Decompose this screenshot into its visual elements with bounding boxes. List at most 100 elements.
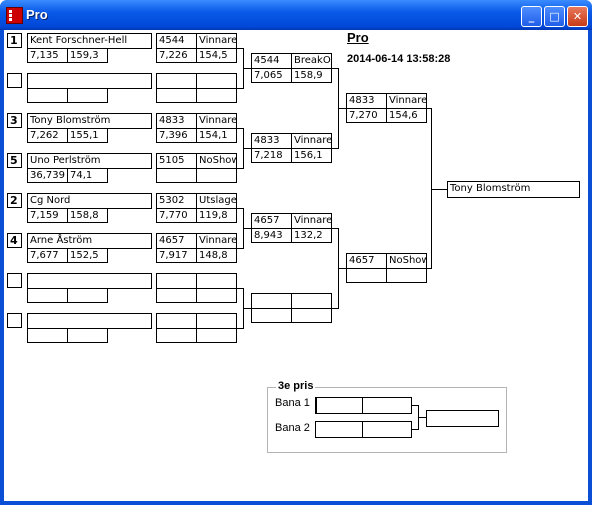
match-reaction-time[interactable] — [156, 88, 197, 103]
match-reaction-time[interactable]: 7,218 — [251, 148, 292, 163]
title-bar[interactable]: Pro _ □ ✕ — [0, 0, 592, 30]
match-result[interactable] — [196, 273, 237, 289]
match-reaction-time[interactable]: 7,065 — [251, 68, 292, 83]
match-id[interactable]: 4657 — [251, 213, 292, 229]
third-lane2-id[interactable] — [315, 421, 363, 438]
match-reaction-time[interactable]: 7,226 — [156, 48, 197, 63]
entrant-speed[interactable]: 159,3 — [67, 48, 108, 63]
match-result[interactable]: Vinnare — [386, 93, 427, 109]
entrant-speed[interactable] — [67, 88, 108, 103]
entrant-reaction-time[interactable] — [27, 288, 68, 303]
maximize-button[interactable]: □ — [544, 6, 565, 27]
match-result[interactable] — [291, 293, 332, 309]
match-result[interactable]: NoShow — [386, 253, 427, 269]
entrant-name[interactable]: Uno Perlström — [27, 153, 152, 169]
entrant-reaction-time[interactable]: 7,135 — [27, 48, 68, 63]
match-result[interactable]: Vinnare — [196, 33, 237, 49]
match-speed[interactable] — [196, 288, 237, 303]
match-result[interactable]: Vinnare — [196, 233, 237, 249]
third-lane1-id[interactable] — [315, 397, 363, 414]
match-result[interactable]: Vinnare — [291, 213, 332, 229]
match-result[interactable]: Utslagen — [196, 193, 237, 209]
entrant-speed[interactable] — [67, 328, 108, 343]
third-lane1-result[interactable] — [362, 397, 412, 414]
match-id[interactable] — [156, 313, 197, 329]
entrant-reaction-time[interactable] — [27, 88, 68, 103]
match-result[interactable]: NoShow — [196, 153, 237, 169]
match-id[interactable]: 4544 — [156, 33, 197, 49]
entrant-reaction-time[interactable]: 7,677 — [27, 248, 68, 263]
match-speed[interactable] — [196, 168, 237, 183]
match-speed[interactable]: 156,1 — [291, 148, 332, 163]
match-reaction-time[interactable]: 7,917 — [156, 248, 197, 263]
app-icon[interactable] — [6, 7, 23, 24]
match-speed[interactable]: 148,8 — [196, 248, 237, 263]
winner-field[interactable]: Tony Blomström — [447, 181, 580, 198]
match-speed[interactable] — [386, 268, 427, 283]
match-id[interactable] — [156, 273, 197, 289]
entrant-speed[interactable]: 155,1 — [67, 128, 108, 143]
seed-box[interactable]: 3 — [7, 113, 22, 128]
match-id[interactable]: 5105 — [156, 153, 197, 169]
third-place-winner[interactable] — [426, 410, 499, 427]
match-reaction-time[interactable] — [156, 168, 197, 183]
entrant-name[interactable]: Kent Forschner-Hell — [27, 33, 152, 49]
entrant-name[interactable]: Arne Åström — [27, 233, 152, 249]
seed-box[interactable]: 5 — [7, 153, 22, 168]
match-result[interactable]: BreakOut — [291, 53, 332, 69]
match-id[interactable] — [156, 73, 197, 89]
match-reaction-time[interactable] — [346, 268, 387, 283]
match-reaction-time[interactable]: 7,270 — [346, 108, 387, 123]
seed-box[interactable]: 4 — [7, 233, 22, 248]
seed-box[interactable]: 1 — [7, 33, 22, 48]
match-result[interactable] — [196, 73, 237, 89]
match-result[interactable] — [196, 313, 237, 329]
match-id[interactable]: 4657 — [156, 233, 197, 249]
match-speed[interactable] — [196, 328, 237, 343]
match-id[interactable]: 4657 — [346, 253, 387, 269]
match-reaction-time[interactable] — [156, 328, 197, 343]
match-speed[interactable]: 132,2 — [291, 228, 332, 243]
entrant-reaction-time[interactable]: 7,159 — [27, 208, 68, 223]
entrant-name[interactable] — [27, 273, 152, 289]
match-speed[interactable] — [291, 308, 332, 323]
match-speed[interactable] — [196, 88, 237, 103]
match-speed[interactable]: 119,8 — [196, 208, 237, 223]
match-id[interactable]: 4833 — [346, 93, 387, 109]
entrant-speed[interactable] — [67, 288, 108, 303]
match-id[interactable]: 4833 — [156, 113, 197, 129]
entrant-name[interactable] — [27, 73, 152, 89]
entrant-speed[interactable]: 74,1 — [67, 168, 108, 183]
match-reaction-time[interactable]: 7,770 — [156, 208, 197, 223]
match-reaction-time[interactable] — [156, 288, 197, 303]
entrant-reaction-time[interactable]: 7,262 — [27, 128, 68, 143]
match-speed[interactable]: 154,5 — [196, 48, 237, 63]
match-speed[interactable]: 154,6 — [386, 108, 427, 123]
third-lane2-result[interactable] — [362, 421, 412, 438]
entrant-speed[interactable]: 158,8 — [67, 208, 108, 223]
match-id[interactable]: 5302 — [156, 193, 197, 209]
seed-box[interactable] — [7, 313, 22, 328]
match-reaction-time[interactable]: 7,396 — [156, 128, 197, 143]
bracket-connector — [338, 108, 346, 109]
match-speed[interactable]: 154,1 — [196, 128, 237, 143]
match-result[interactable]: Vinnare — [291, 133, 332, 149]
entrant-name[interactable]: Tony Blomström — [27, 113, 152, 129]
entrant-reaction-time[interactable]: 36,739 — [27, 168, 68, 183]
match-id[interactable] — [251, 293, 292, 309]
seed-box[interactable] — [7, 73, 22, 88]
entrant-reaction-time[interactable] — [27, 328, 68, 343]
seed-box[interactable]: 2 — [7, 193, 22, 208]
match-speed[interactable]: 158,9 — [291, 68, 332, 83]
minimize-button[interactable]: _ — [521, 6, 542, 27]
match-reaction-time[interactable] — [251, 308, 292, 323]
match-result[interactable]: Vinnare — [196, 113, 237, 129]
entrant-name[interactable]: Cg Nord — [27, 193, 152, 209]
close-button[interactable]: ✕ — [567, 6, 588, 27]
match-reaction-time[interactable]: 8,943 — [251, 228, 292, 243]
entrant-name[interactable] — [27, 313, 152, 329]
match-id[interactable]: 4833 — [251, 133, 292, 149]
seed-box[interactable] — [7, 273, 22, 288]
match-id[interactable]: 4544 — [251, 53, 292, 69]
entrant-speed[interactable]: 152,5 — [67, 248, 108, 263]
